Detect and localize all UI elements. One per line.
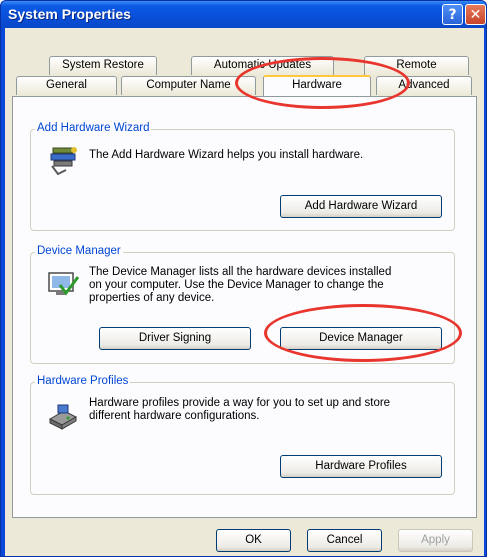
hardware-profiles-group: Hardware Profiles Hardware profiles prov… (30, 375, 455, 495)
device-manager-icon (48, 272, 80, 296)
tab-advanced[interactable]: Advanced (376, 76, 472, 95)
hardware-profiles-description: Hardware profiles provide a way for you … (89, 397, 390, 423)
tab-automatic-updates[interactable]: Automatic Updates (191, 56, 334, 75)
device-manager-button[interactable]: Device Manager (280, 327, 442, 350)
tab-hardware[interactable]: Hardware (263, 75, 371, 96)
device-manager-group-title: Device Manager (35, 245, 123, 257)
add-hardware-icon (50, 147, 77, 176)
apply-button[interactable]: Apply (398, 529, 473, 552)
device-manager-description: The Device Manager lists all the hardwar… (89, 266, 391, 305)
ok-button[interactable]: OK (216, 529, 291, 552)
cancel-button[interactable]: Cancel (307, 529, 382, 552)
add-hardware-wizard-button[interactable]: Add Hardware Wizard (280, 195, 442, 218)
hardware-tab-panel: Add Hardware Wizard The Add Hardware Wiz… (12, 96, 477, 518)
hardware-profiles-description-line: different hardware configurations. (89, 410, 260, 422)
close-button[interactable]: ✕ (465, 4, 486, 25)
add-hardware-group-title: Add Hardware Wizard (35, 122, 152, 134)
driver-signing-button[interactable]: Driver Signing (99, 327, 251, 350)
tab-remote[interactable]: Remote (364, 56, 469, 75)
system-properties-window: System Properties ? ✕ System Restore Aut… (0, 0, 487, 557)
window-title: System Properties (8, 6, 131, 22)
add-hardware-description: The Add Hardware Wizard helps you instal… (89, 149, 364, 161)
help-button[interactable]: ? (442, 4, 463, 25)
hardware-profiles-group-title: Hardware Profiles (35, 375, 131, 387)
device-manager-description-line: properties of any device. (89, 292, 215, 304)
title-bar[interactable]: System Properties ? ✕ (1, 1, 486, 28)
tab-computer-name[interactable]: Computer Name (121, 76, 256, 95)
device-manager-group: Device Manager The Device Manager lists … (30, 245, 455, 364)
hardware-profiles-description-line: Hardware profiles provide a way for you … (89, 397, 391, 409)
tab-general[interactable]: General (16, 76, 117, 95)
hardware-profiles-button[interactable]: Hardware Profiles (280, 455, 442, 478)
add-hardware-group: Add Hardware Wizard The Add Hardware Wiz… (30, 122, 455, 231)
tab-system-restore[interactable]: System Restore (49, 56, 157, 75)
dialog-client-area: System Restore Automatic Updates Remote … (5, 28, 484, 556)
hardware-profiles-icon (48, 404, 78, 430)
device-manager-description-line: The Device Manager lists all the hardwar… (89, 266, 392, 278)
device-manager-description-line: on your computer. Use the Device Manager… (89, 279, 384, 291)
